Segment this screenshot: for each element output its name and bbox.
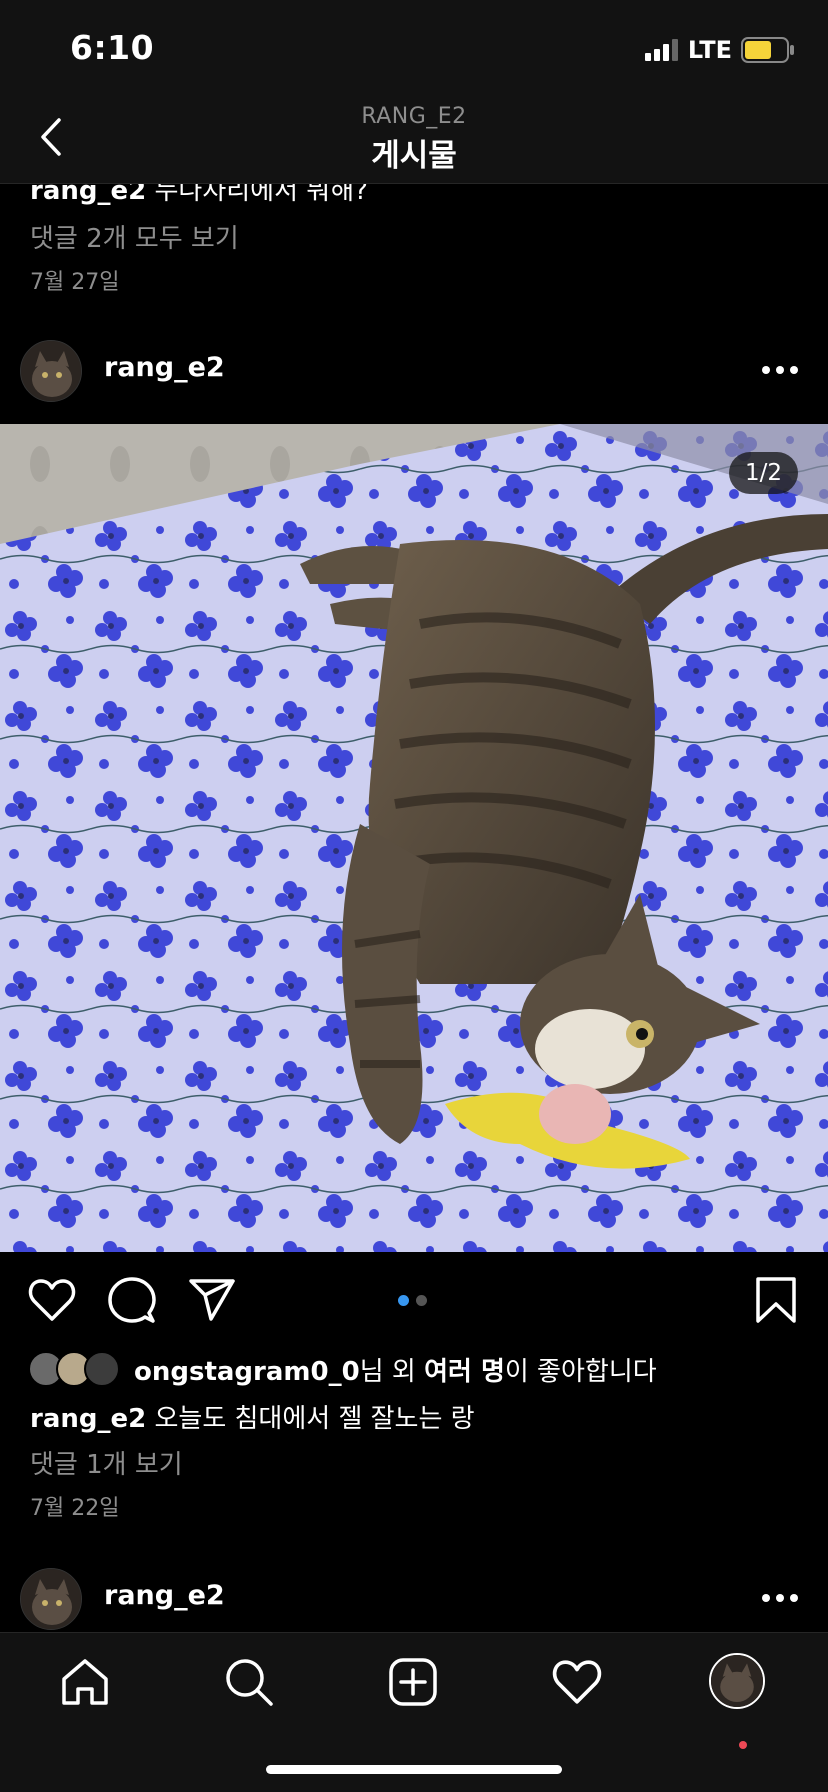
post-date: 7월 27일 — [30, 270, 120, 295]
post-caption: rang_e2 오늘도 침대에서 젤 잘노는 랑 — [30, 1398, 475, 1435]
search-icon — [226, 1659, 273, 1706]
caption-username[interactable]: rang_e2 — [30, 184, 146, 206]
tab-search[interactable] — [216, 1649, 282, 1715]
save-button[interactable] — [748, 1272, 804, 1328]
page-title: 게시물 — [371, 138, 457, 174]
bookmark-icon — [756, 1277, 796, 1323]
liker-avatar — [84, 1351, 120, 1387]
status-indicators: LTE — [644, 36, 795, 64]
cat-avatar-icon — [21, 341, 81, 401]
tab-new-post[interactable] — [380, 1649, 446, 1715]
likes-text-part: 이 좋아합니다 — [504, 1356, 657, 1387]
avatar[interactable] — [20, 340, 82, 402]
liker-username[interactable]: ongstagram0_0 — [134, 1357, 360, 1387]
notification-dot — [739, 1741, 747, 1749]
more-options-button[interactable] — [760, 1586, 800, 1610]
tab-profile[interactable] — [709, 1653, 765, 1709]
caption-text: 누나자리에서 뭐해? — [154, 184, 368, 206]
status-time: 6:10 — [70, 28, 155, 67]
battery-icon — [741, 37, 794, 63]
carousel-indicator — [398, 1295, 427, 1306]
ellipsis-icon — [762, 366, 798, 374]
activity-heart-icon — [552, 1660, 602, 1704]
profile-avatar-icon — [711, 1655, 763, 1707]
account-name: RANG_E2 — [361, 104, 467, 129]
previous-post-caption: rang_e2 누나자리에서 뭐해? — [30, 184, 368, 207]
likes-text-part: 님 외 — [359, 1356, 425, 1387]
cat-avatar-icon — [21, 1569, 81, 1629]
navigation-bar: RANG_E2 게시물 — [0, 92, 828, 184]
avatar[interactable] — [20, 1568, 82, 1630]
post-date: 7월 22일 — [30, 1496, 120, 1521]
next-post-header: rang_e2 — [0, 1558, 828, 1632]
comment-bubble-icon — [108, 1277, 156, 1323]
status-bar: 6:10 LTE — [0, 0, 828, 92]
post-photo[interactable]: 1/2 — [0, 424, 828, 1252]
post-feed[interactable]: rang_e2 누나자리에서 뭐해? 댓글 2개 모두 보기 7월 27일 ra… — [0, 184, 828, 1632]
heart-icon — [28, 1279, 76, 1321]
caption-username[interactable]: rang_e2 — [30, 1404, 146, 1434]
view-comments-link[interactable]: 댓글 1개 보기 — [30, 1444, 183, 1481]
post-action-bar — [0, 1264, 828, 1334]
view-comments-link[interactable]: 댓글 2개 모두 보기 — [30, 218, 239, 255]
network-type: LTE — [687, 36, 732, 64]
carousel-dot-active — [398, 1295, 409, 1306]
likes-others-link[interactable]: 여러 명 — [424, 1357, 505, 1387]
home-indicator[interactable] — [266, 1765, 562, 1774]
likes-text: ongstagram0_0님 외 여러 명이 좋아합니다 — [134, 1351, 657, 1388]
ellipsis-icon — [762, 1594, 798, 1602]
caption-text: 오늘도 침대에서 젤 잘노는 랑 — [154, 1404, 475, 1434]
home-icon — [62, 1659, 108, 1705]
tab-activity[interactable] — [544, 1649, 610, 1715]
post-header: rang_e2 — [0, 330, 828, 410]
image-counter: 1/2 — [728, 452, 798, 494]
share-button[interactable] — [184, 1272, 240, 1328]
tab-home[interactable] — [52, 1649, 118, 1715]
like-button[interactable] — [24, 1272, 80, 1328]
new-post-icon — [389, 1658, 437, 1706]
more-options-button[interactable] — [760, 358, 800, 382]
paper-plane-icon — [189, 1279, 235, 1321]
likes-summary[interactable]: ongstagram0_0님 외 여러 명이 좋아합니다 — [28, 1349, 657, 1389]
cellular-signal-icon — [644, 39, 678, 61]
tabby-cat-on-bed-photo — [0, 424, 828, 1252]
liker-avatars — [28, 1351, 120, 1387]
post-username[interactable]: rang_e2 — [104, 1580, 225, 1611]
comment-button[interactable] — [104, 1272, 160, 1328]
post-username[interactable]: rang_e2 — [104, 352, 225, 383]
carousel-dot — [416, 1295, 427, 1306]
